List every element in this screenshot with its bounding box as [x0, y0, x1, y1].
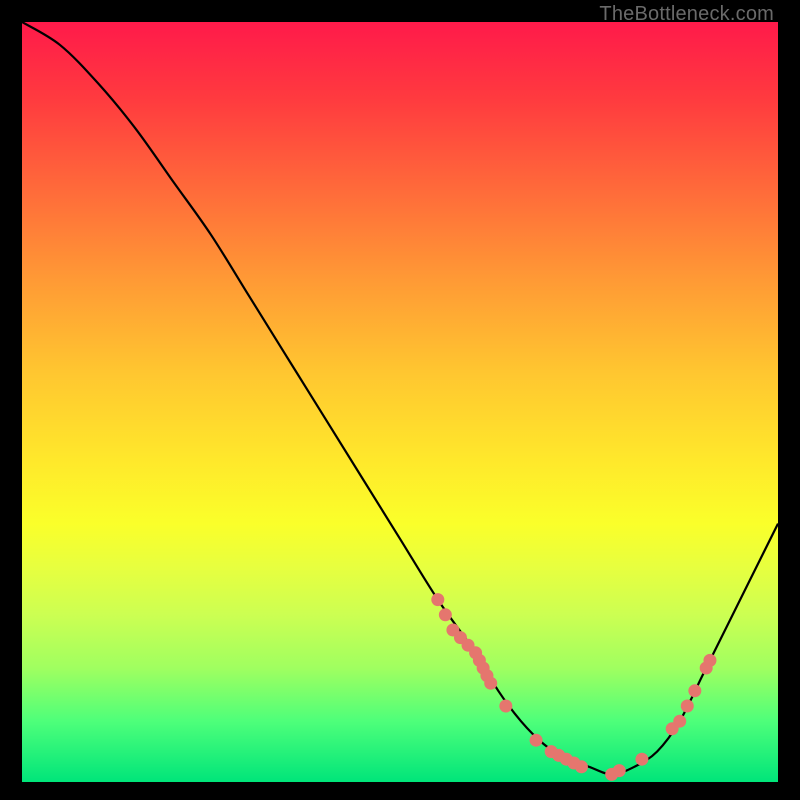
- watermark-label: TheBottleneck.com: [599, 3, 774, 26]
- curve-marker: [681, 700, 693, 712]
- curve-marker: [439, 609, 451, 621]
- bottleneck-curve-svg: [22, 22, 778, 782]
- curve-marker: [689, 685, 701, 697]
- curve-marker: [500, 700, 512, 712]
- chart-plot-area: [22, 22, 778, 782]
- curve-marker: [530, 734, 542, 746]
- curve-marker: [636, 753, 648, 765]
- curve-marker: [674, 715, 686, 727]
- curve-marker: [704, 654, 716, 666]
- marker-group: [432, 594, 716, 781]
- curve-marker: [432, 594, 444, 606]
- curve-marker: [575, 761, 587, 773]
- bottleneck-curve-path: [22, 22, 778, 774]
- curve-marker: [613, 765, 625, 777]
- curve-marker: [485, 677, 497, 689]
